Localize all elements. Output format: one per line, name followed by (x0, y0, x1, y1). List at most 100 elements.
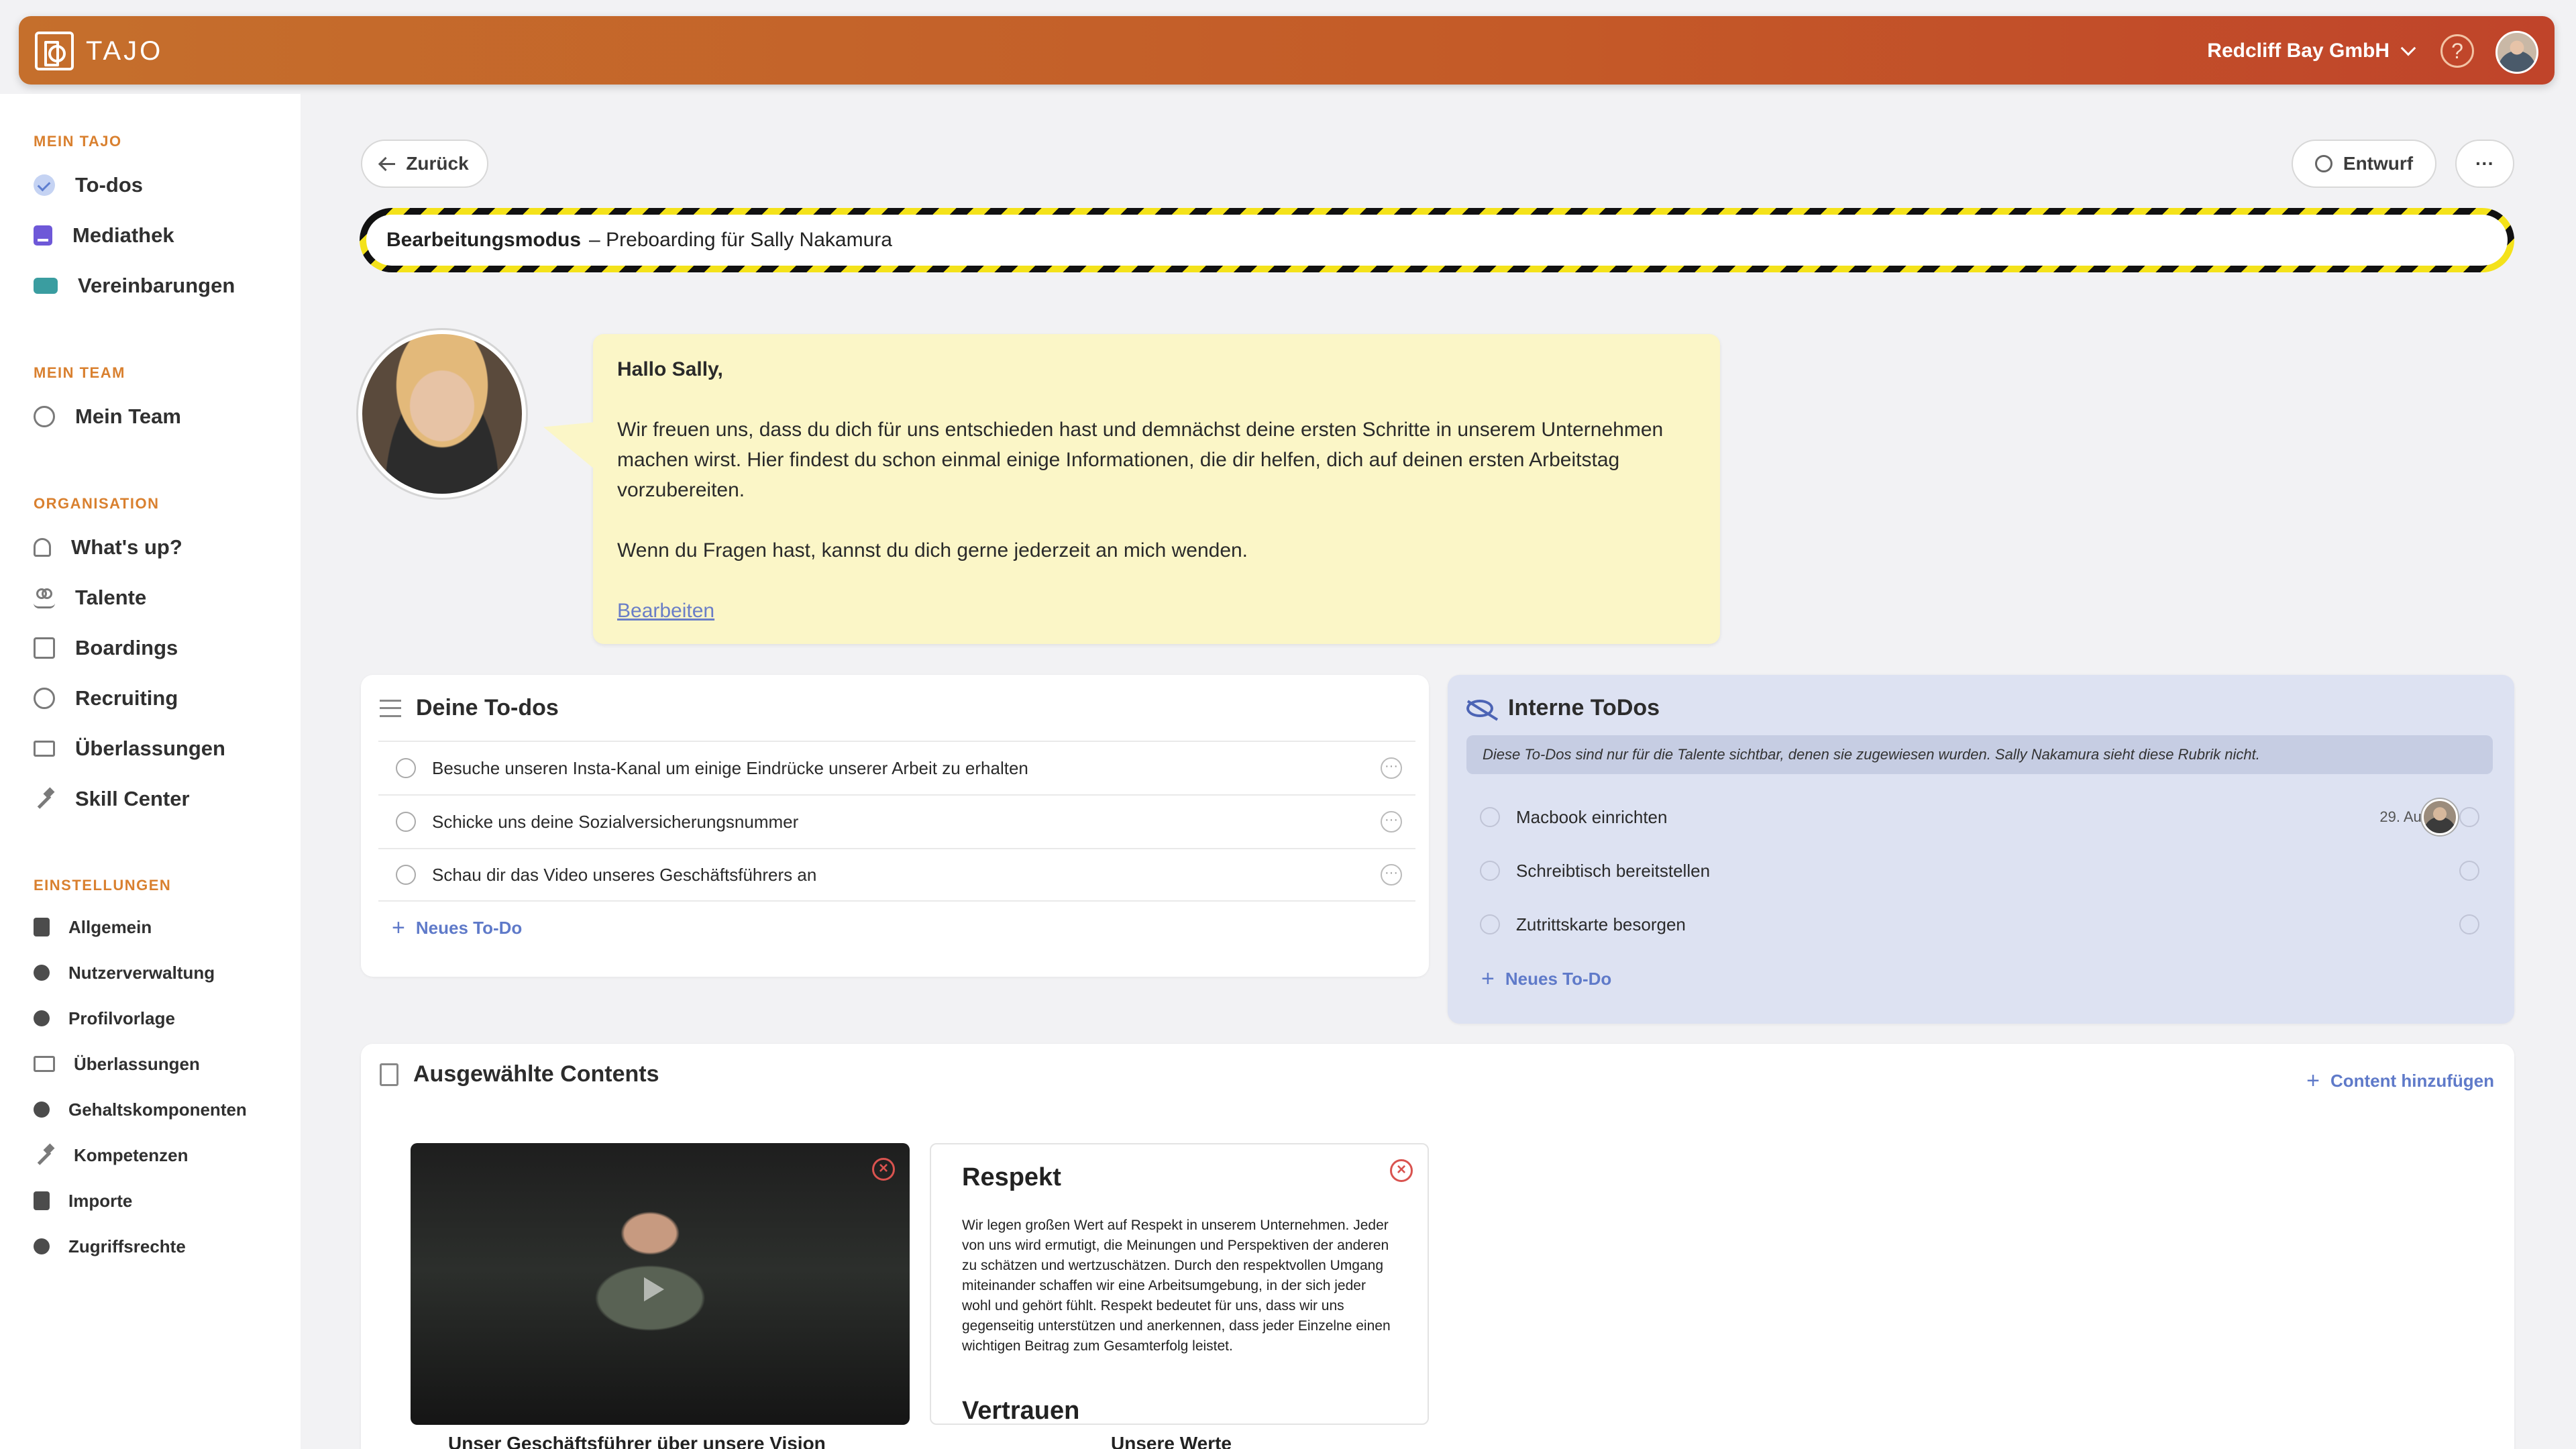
content-heading-2: Vertrauen (962, 1397, 1080, 1425)
sidebar-item-label: Gehaltskomponenten (68, 1099, 247, 1120)
more-icon[interactable]: ··· (1381, 864, 1402, 885)
play-icon[interactable] (644, 1277, 664, 1301)
todo-checkbox[interactable] (396, 758, 416, 778)
user-avatar[interactable] (2496, 31, 2538, 74)
sidebar-item-vereinbarungen[interactable]: Vereinbarungen (34, 269, 235, 303)
sidebar-item-skill-center[interactable]: Skill Center (34, 782, 190, 816)
todo-item[interactable]: Schau dir das Video unseres Geschäftsfüh… (378, 848, 1415, 902)
sidebar-item-recruiting[interactable]: Recruiting (34, 682, 178, 715)
remove-content-icon[interactable]: × (1390, 1159, 1413, 1182)
todo-checkbox[interactable] (1480, 914, 1500, 934)
status-label: Entwurf (2343, 153, 2414, 174)
more-options-button[interactable]: ··· (2455, 140, 2514, 188)
edit-mode-banner: Bearbeitungsmodus – Preboarding für Sall… (360, 208, 2514, 272)
company-switcher[interactable]: Redcliff Bay GmbH (2207, 36, 2416, 66)
plus-icon: + (2306, 1068, 2320, 1093)
todo-checkbox[interactable] (1480, 807, 1500, 827)
more-icon: ··· (2475, 153, 2494, 174)
sidebar-item-boardings[interactable]: Boardings (34, 631, 178, 665)
plus-icon: + (392, 915, 405, 941)
todo-item[interactable]: Schicke uns deine Sozialversicherungsnum… (378, 794, 1415, 848)
section-title-mein-team: MEIN TEAM (34, 364, 125, 381)
text-content-tile[interactable]: × Respekt Wir legen großen Wert auf Resp… (930, 1143, 1429, 1425)
sidebar-item-importe[interactable]: Importe (34, 1184, 132, 1218)
sidebar-item-label: Überlassungen (74, 1053, 200, 1074)
sidebar-item-label: Mediathek (72, 223, 174, 247)
internal-todo-item[interactable]: Macbook einrichten 29. Aug (1466, 790, 2493, 844)
check-circle-icon (34, 174, 55, 196)
sidebar-item-talente[interactable]: Talente (34, 581, 146, 614)
sidebar-item-profilvorlage[interactable]: Profilvorlage (34, 1002, 175, 1035)
section-title-organisation: ORGANISATION (34, 495, 160, 512)
welcome-paragraph-2: Wenn du Fragen hast, kannst du dich gern… (617, 539, 1248, 561)
hammer-icon (34, 1144, 55, 1166)
sidebar-item-gehaltskomponenten[interactable]: Gehaltskomponenten (34, 1093, 247, 1126)
more-icon[interactable] (2459, 807, 2479, 827)
sidebar-item-zugriffsrechte[interactable]: Zugriffsrechte (34, 1230, 186, 1263)
buddy-avatar (358, 330, 526, 498)
sidebar-item-label: Importe (68, 1190, 133, 1211)
todo-item[interactable]: Besuche unseren Insta-Kanal um einige Ei… (378, 741, 1415, 794)
arrow-left-icon (380, 162, 396, 165)
sidebar-item-nutzerverwaltung[interactable]: Nutzerverwaltung (34, 956, 215, 989)
welcome-message: Hallo Sally, Wir freuen uns, dass du dic… (593, 334, 1720, 644)
internal-todos-title: Interne ToDos (1466, 695, 1660, 721)
internal-todo-item[interactable]: Zutrittskarte besorgen (1466, 898, 2493, 951)
remove-content-icon[interactable]: × (872, 1158, 895, 1181)
video-content-tile[interactable]: × (411, 1143, 910, 1425)
more-icon[interactable]: ··· (1381, 757, 1402, 779)
todo-checkbox[interactable] (396, 865, 416, 885)
sidebar-item-mein-team[interactable]: Mein Team (34, 400, 181, 433)
help-icon[interactable]: ? (2440, 34, 2474, 68)
section-title-einstellungen: EINSTELLUNGEN (34, 877, 172, 894)
status-button[interactable]: Entwurf (2292, 140, 2436, 188)
content-caption: Unser Geschäftsführer über unsere Vision (448, 1433, 826, 1449)
add-todo-label: Neues To-Do (1505, 969, 1612, 989)
bell-icon (34, 538, 51, 557)
sidebar-item-ueberlassungen-settings[interactable]: Überlassungen (34, 1047, 200, 1081)
logo-icon (35, 32, 74, 70)
todo-checkbox[interactable] (396, 812, 416, 832)
more-icon[interactable] (2459, 914, 2479, 934)
todo-checkbox[interactable] (1480, 861, 1500, 881)
edit-welcome-link[interactable]: Bearbeiten (617, 600, 714, 622)
sidebar-item-label: Profilvorlage (68, 1008, 175, 1028)
smile-icon (34, 406, 55, 427)
todo-label: Schreibtisch bereitstellen (1516, 860, 1711, 881)
devices-icon (34, 741, 55, 757)
edit-mode-label: Bearbeitungsmodus (386, 229, 582, 251)
add-todo-button[interactable]: + Neues To-Do (392, 915, 522, 941)
sidebar: MEIN TAJO To-dos Mediathek Vereinbarunge… (0, 94, 301, 1449)
user-search-icon (34, 688, 55, 709)
sidebar-item-label: Kompetenzen (74, 1144, 189, 1165)
sidebar-item-label: Mein Team (75, 405, 181, 428)
todo-label: Schicke uns deine Sozialversicherungsnum… (432, 811, 799, 832)
sidebar-item-allgemein[interactable]: Allgemein (34, 910, 152, 944)
sidebar-item-todos[interactable]: To-dos (34, 168, 143, 202)
sidebar-item-ueberlassungen[interactable]: Überlassungen (34, 732, 225, 765)
media-icon (34, 225, 52, 246)
sidebar-item-label: What's up? (71, 535, 182, 559)
more-icon[interactable]: ··· (1381, 811, 1402, 833)
content-heading: Respekt (962, 1163, 1061, 1191)
internal-title-text: Interne ToDos (1508, 695, 1660, 720)
profile-settings-icon (34, 1010, 50, 1026)
internal-todo-item[interactable]: Schreibtisch bereitstellen (1466, 844, 2493, 898)
sidebar-item-label: Nutzerverwaltung (68, 962, 215, 983)
add-content-label: Content hinzufügen (2330, 1071, 2494, 1091)
add-content-button[interactable]: + Content hinzufügen (2306, 1068, 2494, 1094)
add-internal-todo-button[interactable]: + Neues To-Do (1481, 966, 1611, 992)
more-icon[interactable] (2459, 861, 2479, 881)
hammer-icon (34, 788, 55, 810)
sidebar-item-kompetenzen[interactable]: Kompetenzen (34, 1138, 188, 1172)
sidebar-item-mediathek[interactable]: Mediathek (34, 219, 174, 252)
todo-label: Besuche unseren Insta-Kanal um einige Ei… (432, 757, 1028, 778)
sidebar-item-whats-up[interactable]: What's up? (34, 531, 182, 564)
building-icon (34, 918, 50, 936)
assignee-avatar[interactable] (2422, 799, 2458, 835)
sidebar-item-label: Talente (75, 586, 147, 609)
add-todo-label: Neues To-Do (415, 918, 523, 938)
draft-status-icon (2314, 155, 2332, 172)
tajo-logo[interactable]: TAJO (35, 31, 163, 71)
back-button[interactable]: Zurück (361, 140, 488, 188)
